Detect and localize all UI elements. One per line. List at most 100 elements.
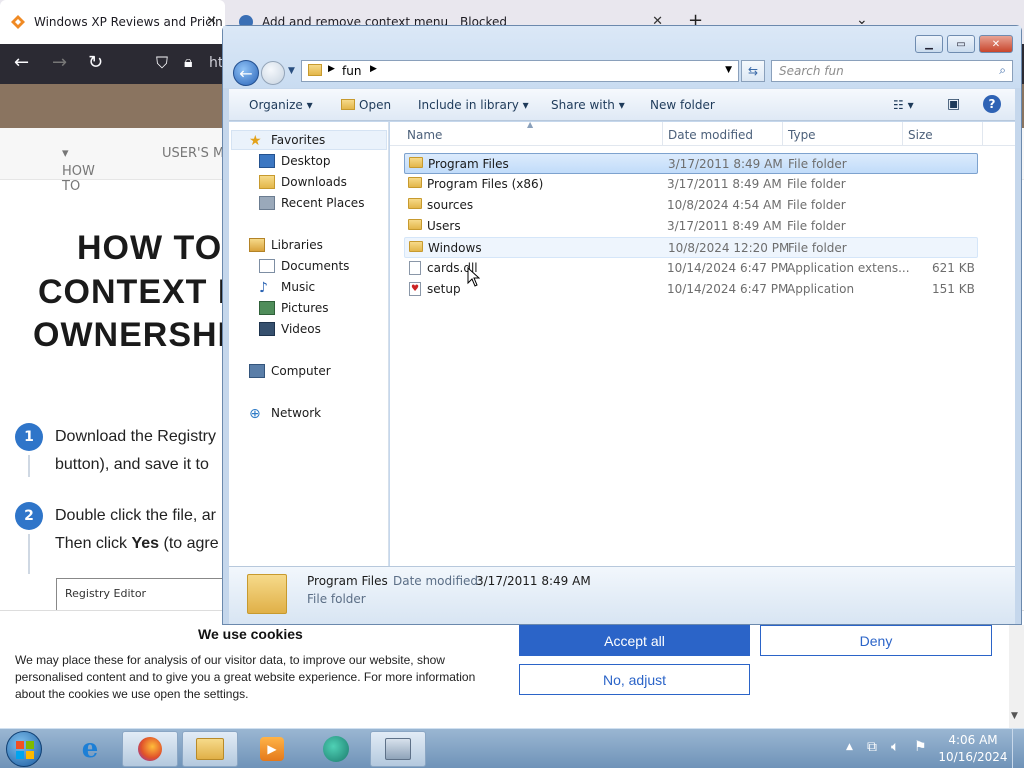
- new-folder-button[interactable]: New folder: [650, 98, 715, 112]
- organize-button[interactable]: Organize ▾: [249, 98, 313, 112]
- setup-taskbar-button[interactable]: [370, 731, 426, 767]
- back-button[interactable]: ←: [233, 60, 259, 86]
- setup-icon: [385, 738, 411, 760]
- pictures-icon: [259, 301, 275, 315]
- address-dropdown-icon[interactable]: ▼: [725, 65, 732, 75]
- nav-how-to[interactable]: HOW TO ▾: [62, 146, 95, 194]
- nav-music[interactable]: ♪ Music: [259, 280, 315, 296]
- column-type[interactable]: Type: [788, 128, 816, 142]
- maximize-button[interactable]: ▭: [947, 35, 975, 53]
- nav-desktop[interactable]: Desktop: [259, 154, 331, 168]
- file-row-setup[interactable]: ♥ setup 10/14/2024 6:47 PM Application 1…: [404, 279, 978, 300]
- back-arrow-icon[interactable]: ←: [14, 52, 29, 73]
- cookie-description: We may place these for analysis of our v…: [15, 653, 476, 701]
- step-number: 1: [15, 423, 43, 451]
- nav-videos[interactable]: Videos: [259, 322, 321, 336]
- file-name: setup: [427, 282, 461, 296]
- file-row-sources[interactable]: sources 10/8/2024 4:54 AM File folder: [404, 195, 978, 216]
- refresh-icon: ⇆: [747, 64, 759, 78]
- deny-button[interactable]: Deny: [760, 625, 992, 656]
- preview-pane-icon[interactable]: ▣: [947, 96, 960, 112]
- action-center-flag-icon[interactable]: ⚑: [914, 739, 927, 755]
- file-row-program-files[interactable]: Program Files 3/17/2011 8:49 AM File fol…: [404, 153, 978, 174]
- shield-icon[interactable]: ⛉: [156, 53, 168, 73]
- volume-muted-icon[interactable]: 🔈︎: [891, 739, 899, 755]
- adjust-button[interactable]: No, adjust: [519, 664, 750, 695]
- column-separator[interactable]: [662, 122, 663, 146]
- column-name[interactable]: Name: [407, 128, 442, 142]
- libraries-icon: [249, 238, 265, 252]
- close-window-button[interactable]: ✕: [979, 35, 1013, 53]
- search-field[interactable]: Search fun ⌕: [771, 60, 1013, 82]
- breadcrumb-chevron-icon[interactable]: ▶: [370, 64, 377, 74]
- file-type: File folder: [788, 157, 847, 171]
- help-icon[interactable]: ?: [983, 95, 1001, 113]
- browser-tab-windows-xp[interactable]: Windows XP Reviews and Pricin ✕: [0, 0, 225, 44]
- file-row-cards-dll[interactable]: cards.dll 10/14/2024 6:47 PM Application…: [404, 258, 978, 279]
- details-name: Program Files: [307, 574, 388, 588]
- start-button[interactable]: [6, 731, 42, 767]
- column-date-modified[interactable]: Date modified: [668, 128, 753, 142]
- address-bar[interactable]: ▶ fun ▶ ▼: [301, 60, 739, 82]
- share-with-button[interactable]: Share with ▾: [551, 98, 625, 112]
- clock-date[interactable]: 10/16/2024: [938, 750, 1008, 764]
- include-in-library-button[interactable]: Include in library ▾: [418, 98, 529, 112]
- column-separator[interactable]: [902, 122, 903, 146]
- internet-explorer-taskbar-button[interactable]: e: [62, 731, 118, 767]
- file-date: 10/8/2024 12:20 PM: [668, 241, 790, 255]
- network-tray-icon[interactable]: ⧉: [867, 739, 877, 755]
- minimize-button[interactable]: ▁: [915, 35, 943, 53]
- view-options-icon[interactable]: ☷ ▾: [893, 98, 914, 112]
- column-separator[interactable]: [982, 122, 983, 146]
- app-taskbar-button[interactable]: [308, 731, 364, 767]
- firefox-taskbar-button[interactable]: [122, 731, 178, 767]
- search-icon[interactable]: ⌕: [999, 63, 1006, 78]
- step-number: 2: [15, 502, 43, 530]
- step-text: Download the Registry: [55, 428, 216, 445]
- folder-icon: [409, 241, 423, 252]
- reload-icon[interactable]: ↻: [88, 52, 103, 73]
- column-separator[interactable]: [782, 122, 783, 146]
- scroll-down-icon[interactable]: ▼: [1011, 711, 1018, 721]
- nav-downloads[interactable]: Downloads: [259, 175, 347, 189]
- nav-libraries[interactable]: Libraries: [249, 238, 323, 252]
- nav-recent-places[interactable]: Recent Places: [259, 196, 364, 210]
- media-player-taskbar-button[interactable]: ▶: [244, 731, 300, 767]
- explorer-taskbar-button[interactable]: [182, 731, 238, 767]
- file-row-windows[interactable]: Windows 10/8/2024 12:20 PM File folder: [404, 237, 978, 258]
- nav-users-manual[interactable]: USER'S M: [162, 146, 224, 161]
- show-desktop-button[interactable]: [1012, 729, 1024, 768]
- details-date-label: Date modified:: [393, 574, 483, 588]
- lock-icon[interactable]: 🔒︎: [184, 52, 193, 72]
- details-pane: Program Files Date modified: 3/17/2011 8…: [229, 566, 1015, 624]
- nav-documents[interactable]: Documents: [259, 259, 349, 273]
- nav-pictures[interactable]: Pictures: [259, 301, 329, 315]
- nav-network[interactable]: ⊕ Network: [249, 406, 321, 422]
- show-hidden-icons-icon[interactable]: ▲: [846, 742, 853, 752]
- column-size[interactable]: Size: [908, 128, 933, 142]
- breadcrumb-fun[interactable]: fun: [342, 64, 361, 78]
- accept-all-button[interactable]: Accept all: [519, 625, 750, 656]
- open-button[interactable]: Open: [341, 98, 391, 112]
- setup-app-icon: ♥: [409, 282, 421, 296]
- breadcrumb-chevron-icon[interactable]: ▶: [328, 64, 335, 74]
- nav-computer[interactable]: Computer: [249, 364, 331, 378]
- large-folder-icon: [247, 574, 287, 614]
- file-row-program-files-x86[interactable]: Program Files (x86) 3/17/2011 8:49 AM Fi…: [404, 174, 978, 195]
- screenshot-box: Registry Editor: [56, 578, 226, 610]
- recent-pages-dropdown-icon[interactable]: ▼: [288, 66, 295, 76]
- forward-arrow-icon[interactable]: →: [52, 52, 67, 73]
- close-tab-icon[interactable]: ✕: [206, 14, 217, 29]
- share-label: Share with: [551, 98, 615, 112]
- page-scrollbar[interactable]: ▼: [1009, 625, 1024, 728]
- refresh-button[interactable]: ⇆: [741, 60, 765, 82]
- nav-favorites[interactable]: ★ Favorites: [249, 133, 325, 149]
- file-name: Program Files (x86): [427, 177, 544, 191]
- tab-title: Windows XP Reviews and Pricin: [34, 15, 223, 29]
- forward-button[interactable]: [261, 61, 285, 85]
- documents-icon: [259, 259, 275, 273]
- nav-label: Videos: [281, 322, 321, 336]
- nav-label: Computer: [271, 364, 331, 378]
- clock-time[interactable]: 4:06 AM: [938, 733, 1008, 747]
- file-row-users[interactable]: Users 3/17/2011 8:49 AM File folder: [404, 216, 978, 237]
